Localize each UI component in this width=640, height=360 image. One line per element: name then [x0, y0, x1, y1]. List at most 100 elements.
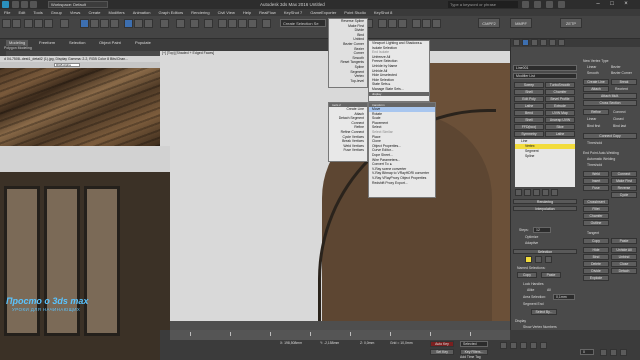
search-input[interactable]: Type a keyword or phrase: [448, 1, 518, 8]
time-slider[interactable]: [170, 330, 510, 340]
utilities-tab-icon[interactable]: [558, 39, 565, 46]
reference-coordinate-icon[interactable]: [160, 19, 169, 28]
menu-views[interactable]: Views: [70, 9, 81, 16]
vertex-type-bezier-corner-radio[interactable]: Bezier Corner: [611, 71, 632, 75]
move-icon[interactable]: [124, 19, 133, 28]
render-setup-icon[interactable]: [412, 19, 421, 28]
menu-gameexporter[interactable]: GameExporter: [310, 9, 336, 16]
mmpf-button[interactable]: MMPF: [510, 18, 532, 28]
go-to-end-icon[interactable]: [540, 342, 547, 349]
modifier-shell-button-2[interactable]: Shell: [514, 117, 544, 123]
bind-button[interactable]: Bind: [583, 254, 609, 260]
current-frame-field[interactable]: 0: [580, 349, 594, 355]
viewport-label[interactable]: [+] [Top] [Shaded + Edged Faces]: [162, 51, 214, 55]
modifier-list-dropdown[interactable]: Modifier List: [513, 73, 577, 79]
go-to-start-icon[interactable]: [500, 342, 507, 349]
divide-button[interactable]: Divide: [583, 268, 609, 274]
rectangular-region-icon[interactable]: [100, 19, 109, 28]
menu-group[interactable]: Group: [51, 9, 62, 16]
selection-rollout[interactable]: Selection: [513, 249, 577, 254]
hierarchy-tab-icon[interactable]: [531, 39, 538, 46]
select-by-button[interactable]: Select By...: [531, 309, 557, 315]
unbind-button[interactable]: Unbind: [611, 254, 637, 260]
bind-space-warp-icon[interactable]: [44, 19, 53, 28]
modifier-chamfer-button[interactable]: Chamfer: [545, 89, 575, 95]
save-file-icon[interactable]: [30, 1, 37, 8]
configure-modifier-sets-icon[interactable]: [551, 189, 558, 196]
link-icon[interactable]: [24, 19, 33, 28]
modifier-lathe-button[interactable]: Lathe: [514, 103, 544, 109]
modifier-lathe-button-2[interactable]: Lathe: [545, 131, 575, 137]
zoom-icon[interactable]: [600, 349, 607, 356]
stack-item-spline[interactable]: Spline: [515, 154, 575, 159]
menu-graph-editors[interactable]: Graph Editors: [158, 9, 183, 16]
scale-icon[interactable]: [144, 19, 153, 28]
menu-rendering[interactable]: Rendering: [191, 9, 209, 16]
set-key-button[interactable]: Set Key: [430, 349, 454, 355]
connect-checkbox[interactable]: Connect: [613, 110, 626, 114]
alike-radio[interactable]: Alike: [527, 288, 534, 292]
tab-selection[interactable]: Selection: [66, 40, 88, 46]
menu-edit[interactable]: Edit: [18, 9, 25, 16]
all-radio[interactable]: All: [547, 288, 551, 292]
modifier-ffd-box-button[interactable]: FFD(box): [514, 124, 544, 130]
cycle-button[interactable]: Cycle: [611, 192, 637, 198]
modifier-turbosmooth-button[interactable]: TurboSmooth: [545, 82, 575, 88]
menu-realflow[interactable]: RealFlow: [259, 9, 276, 16]
copy-selection-button[interactable]: Copy: [517, 272, 537, 278]
qm-top-level[interactable]: Top-level: [329, 79, 367, 84]
modifier-unwrap-uvw-button[interactable]: Unwrap UVW: [545, 117, 575, 123]
unlink-icon[interactable]: [34, 19, 43, 28]
create-line-button[interactable]: Create Line: [583, 79, 609, 85]
sign-in-icon[interactable]: [534, 1, 541, 8]
adaptive-checkbox[interactable]: Adaptive: [525, 241, 538, 245]
named-selection-dropdown[interactable]: Create Selection Se: [280, 19, 326, 27]
rotate-icon[interactable]: [134, 19, 143, 28]
edit-named-selection-icon[interactable]: [262, 19, 271, 28]
reference-image-window[interactable]: [0, 146, 170, 360]
detach-button[interactable]: Detach: [611, 268, 637, 274]
explode-button[interactable]: Explode: [583, 275, 609, 281]
area-selection-spinner[interactable]: 0,1mm: [553, 294, 575, 300]
qm-redshift-proxy-export[interactable]: Redshift Proxy Export...: [369, 181, 435, 186]
app-logo-icon[interactable]: [2, 1, 9, 8]
linear-checkbox[interactable]: Linear: [587, 117, 596, 121]
select-manipulate-icon[interactable]: [190, 19, 199, 28]
menu-animation[interactable]: Animation: [133, 9, 151, 16]
pivot-center-icon[interactable]: [176, 19, 185, 28]
curve-editor-icon[interactable]: [378, 19, 387, 28]
ribbon-panel-polygon-modeling[interactable]: Polygon Modeling: [4, 46, 32, 50]
show-vertex-numbers-checkbox[interactable]: Show Vertex Numbers: [523, 325, 557, 329]
break-button[interactable]: Break: [611, 79, 637, 85]
vertex-type-linear-radio[interactable]: Linear: [587, 65, 596, 69]
menu-civil-view[interactable]: Civil View: [218, 9, 235, 16]
maximize-button[interactable]: □: [606, 0, 618, 9]
fuse-button[interactable]: Fuse: [583, 185, 609, 191]
vertex-type-bezier-radio[interactable]: Bezier: [611, 65, 621, 69]
percent-snap-icon[interactable]: [238, 19, 247, 28]
vertex-level-icon[interactable]: [525, 256, 532, 263]
modifier-symmetry-button[interactable]: Symmetry: [514, 131, 544, 137]
reverse-button[interactable]: Reverse: [611, 185, 637, 191]
angle-snap-icon[interactable]: [228, 19, 237, 28]
closed-checkbox[interactable]: Closed: [613, 117, 624, 121]
attach-mult-button[interactable]: Attach Mult.: [583, 93, 637, 99]
exchange-icon[interactable]: [546, 1, 553, 8]
display-tab-icon[interactable]: [549, 39, 556, 46]
remove-modifier-icon[interactable]: [542, 189, 549, 196]
zetp-button[interactable]: ZETP: [560, 18, 582, 28]
minimize-button[interactable]: –: [592, 0, 604, 9]
add-time-tag[interactable]: Add Time Tag: [460, 355, 481, 359]
vertex-type-smooth-radio[interactable]: Smooth: [587, 71, 599, 75]
optimize-checkbox[interactable]: Optimize: [525, 235, 538, 239]
segment-level-icon[interactable]: [535, 256, 542, 263]
hide-button[interactable]: Hide: [583, 247, 609, 253]
orbit-icon[interactable]: [620, 349, 627, 356]
material-editor-icon[interactable]: [398, 19, 407, 28]
render-production-icon[interactable]: [432, 19, 441, 28]
keyboard-shortcut-icon[interactable]: [204, 19, 213, 28]
connect-button[interactable]: Connect: [611, 171, 637, 177]
auto-key-button[interactable]: Auto Key: [430, 341, 454, 347]
open-file-icon[interactable]: [21, 1, 28, 8]
rendered-frame-icon[interactable]: [422, 19, 431, 28]
